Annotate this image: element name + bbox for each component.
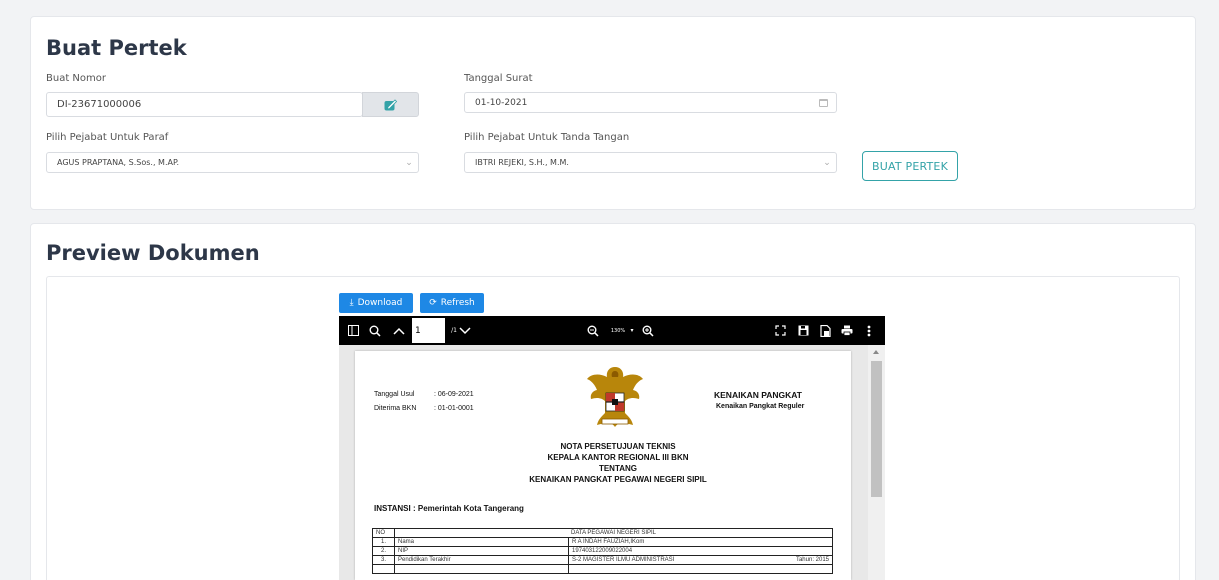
chevron-down-icon[interactable] xyxy=(457,316,473,345)
tanggal-input[interactable]: 01-10-2021 xyxy=(464,92,837,113)
more-icon[interactable] xyxy=(863,316,875,345)
caret-down-icon[interactable]: ▾ xyxy=(628,316,636,345)
doc-heading-4: KENAIKAN PANGKAT PEGAWAI NEGERI SIPIL xyxy=(529,475,707,484)
preview-title: Preview Dokumen xyxy=(46,241,260,265)
paraf-label: Pilih Pejabat Untuk Paraf xyxy=(46,132,169,143)
tanggal-usul-label: Tanggal Usul xyxy=(374,391,415,398)
scroll-thumb[interactable] xyxy=(871,361,882,497)
table-header-row: NO DATA PEGAWAI NEGERI SIPIL xyxy=(372,528,833,538)
refresh-icon: ⟳ xyxy=(429,298,437,308)
table-row: 1. Nama R A INDAH FAUZIAH,IKom xyxy=(372,537,834,547)
row-no: 2. xyxy=(372,546,395,556)
chevron-up-icon[interactable] xyxy=(391,316,407,345)
row-extra: Tahun: 2015 xyxy=(762,555,834,565)
diterima-value: : 01-01-0001 xyxy=(434,405,474,412)
row-label: Nama xyxy=(394,537,569,547)
zoom-in-icon[interactable] xyxy=(640,316,656,345)
calendar-icon[interactable] xyxy=(819,99,828,107)
fullscreen-icon[interactable] xyxy=(772,316,788,345)
row-value: S-2 MAGISTER ILMU ADMINISTRASI xyxy=(568,555,763,565)
table-row: 3. Pendidikan Terakhir S-2 MAGISTER ILMU… xyxy=(372,555,834,565)
paraf-select[interactable]: AGUS PRAPTANA, S.Sos., M.AP. ⌄ xyxy=(46,152,419,173)
paraf-value: AGUS PRAPTANA, S.Sos., M.AP. xyxy=(57,158,180,167)
table-row xyxy=(372,564,833,574)
doc-heading-3: TENTANG xyxy=(598,464,638,473)
row-extra xyxy=(762,546,834,556)
diterima-label: Diterima BKN xyxy=(374,405,417,412)
nomor-label: Buat Nomor xyxy=(46,73,106,84)
kenaikan-title: KENAIKAN PANGKAT xyxy=(714,390,802,400)
download-label: Download xyxy=(357,298,403,308)
document-icon[interactable] xyxy=(817,316,833,345)
page-number-input[interactable]: 1 xyxy=(412,318,445,343)
pdf-toolbar: 1 /1 130% ▾ xyxy=(339,316,885,345)
row-label: Pendidikan Terakhir xyxy=(394,555,569,565)
doc-heading-2: KEPALA KANTOR REGIONAL III BKN xyxy=(547,453,689,462)
scroll-up-icon[interactable] xyxy=(873,350,879,354)
tanggal-usul-value: : 06-09-2021 xyxy=(434,391,474,398)
zoom-level[interactable]: 130% xyxy=(607,316,629,345)
row-no: 3. xyxy=(372,555,395,565)
row-label: NIP xyxy=(394,546,569,556)
doc-heading-1: NOTA PERSETUJUAN TEKNIS xyxy=(560,442,676,451)
instansi-text: INSTANSI : Pemerintah Kota Tangerang xyxy=(374,504,524,513)
ttd-select[interactable]: IBTRI REJEKI, S.H., M.M. ⌄ xyxy=(464,152,837,173)
row-no: 1. xyxy=(372,537,395,547)
refresh-button[interactable]: ⟳ Refresh xyxy=(420,293,484,313)
ttd-label: Pilih Pejabat Untuk Tanda Tangan xyxy=(464,132,630,143)
zoom-out-icon[interactable] xyxy=(585,316,601,345)
refresh-label: Refresh xyxy=(440,298,475,308)
pegawai-table: NO DATA PEGAWAI NEGERI SIPIL 1. Nama R A… xyxy=(372,528,834,574)
row-value: R A INDAH FAUZIAH,IKom xyxy=(568,537,763,547)
kenaikan-subtitle: Kenaikan Pangkat Reguler xyxy=(716,403,805,410)
save-icon[interactable] xyxy=(795,316,811,345)
page-title: Buat Pertek xyxy=(46,36,187,60)
nomor-value: DI-23671000006 xyxy=(57,99,142,110)
table-header-title: DATA PEGAWAI NEGERI SIPIL xyxy=(394,528,833,538)
generate-number-button[interactable] xyxy=(362,92,419,117)
ttd-value: IBTRI REJEKI, S.H., M.M. xyxy=(475,158,569,167)
row-value: 197403122009022004 xyxy=(568,546,763,556)
download-button[interactable]: ⤓ Download xyxy=(339,293,413,313)
table-header-no: NO xyxy=(372,528,395,538)
chevron-down-icon: ⌄ xyxy=(823,157,831,168)
sidebar-toggle-icon[interactable] xyxy=(345,316,361,345)
row-extra xyxy=(762,537,834,547)
table-row: 2. NIP 197403122009022004 xyxy=(372,546,834,556)
nomor-input[interactable]: DI-23671000006 xyxy=(46,92,363,117)
edit-icon xyxy=(384,98,397,110)
print-icon[interactable] xyxy=(839,316,855,345)
chevron-down-icon: ⌄ xyxy=(405,157,413,168)
download-icon: ⤓ xyxy=(349,298,354,308)
pdf-scrollbar[interactable] xyxy=(868,345,885,580)
buat-pertek-button[interactable]: BUAT PERTEK xyxy=(862,151,958,181)
search-icon[interactable] xyxy=(367,316,383,345)
garuda-emblem xyxy=(587,367,643,427)
tanggal-label: Tanggal Surat xyxy=(464,73,533,84)
tanggal-value: 01-10-2021 xyxy=(475,97,528,108)
